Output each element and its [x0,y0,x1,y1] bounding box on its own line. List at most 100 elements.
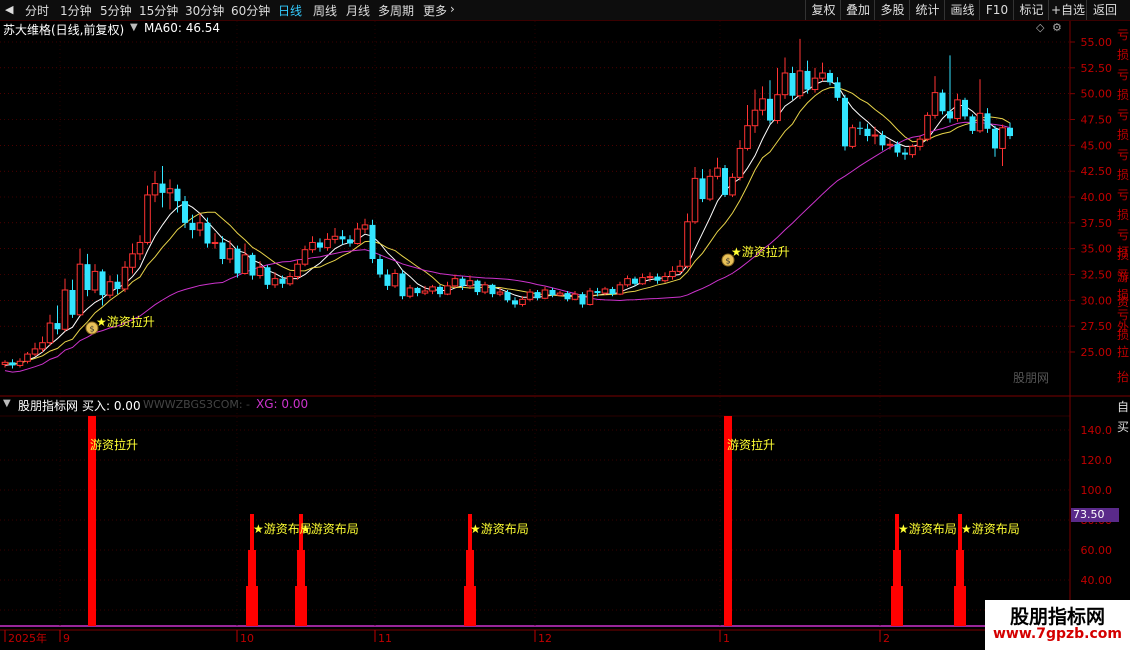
candle-body [182,201,188,223]
candle-body [976,112,984,132]
candle-body [646,276,654,279]
candle-body [534,292,541,299]
candle-body [384,274,391,286]
candle-body [624,278,631,286]
chart-watermark: 股朋网 [1013,371,1050,385]
candle-body [406,287,414,297]
candle-body [774,94,781,122]
candle-body [954,99,961,119]
sub-tick-label: 60.00 [1081,544,1113,557]
candle-body [279,278,286,284]
price-tick-label: 27.50 [1081,320,1113,333]
candle-body [751,109,759,127]
candle-body [834,82,841,98]
candle-body [894,144,901,153]
ma60-label: MA60: 46.54 [144,21,221,35]
candle-body [722,168,728,195]
candle-body [46,322,54,344]
kline-chart[interactable]: $ $ 55.00 52.50 50.00 47.50 45.00 42.50 40.00 37… [0,0,1130,650]
candle-body [249,254,256,276]
candle-body [571,293,579,300]
title-dropdown-icon[interactable]: ▼ [130,22,138,33]
xg-value: XG: 0.00 [256,397,309,411]
candle-body [639,277,646,285]
time-tick-label: 2 [883,632,890,645]
price-tick-label: 45.00 [1081,139,1113,152]
candle-body [444,285,451,295]
candle-body [354,228,361,245]
diamond-icon[interactable]: ◇ [1036,21,1044,34]
candle-body [61,289,69,330]
candle-body [504,292,511,301]
candle-body [264,267,271,285]
price-tick-label: 35.00 [1081,243,1113,256]
signal-surge-label: ★游资拉升 [96,315,155,329]
candle-body [871,134,879,137]
settings-gear-icon[interactable]: ⚙ [1052,21,1062,34]
candle-body [286,276,294,285]
candle-body [827,73,833,83]
sub-surge-label: 游资拉升 [727,438,776,452]
sub-tick-label: 140.0 [1081,424,1113,437]
candle-body [992,128,998,149]
candle-body [301,249,309,265]
candle-body [924,114,931,140]
candle-body [136,241,144,255]
buy-value: 买入: 0.00 [82,399,141,413]
logo-title: 股朋指标网 [1009,606,1105,628]
money-bag-icon: $ [725,257,730,266]
sub-layout-label: ★游资布局 [300,522,359,536]
candle-body [256,266,264,277]
side-info-text: 买 [1117,420,1130,434]
candle-body [9,362,16,366]
time-tick-label: 11 [378,632,392,645]
candle-body [916,138,924,147]
candle-body [339,236,346,240]
candle-body [129,253,136,268]
logo-url: www.7gpzb.com [992,626,1122,642]
candle-body [114,281,121,289]
candle-body [451,278,459,287]
candle-body [767,98,773,121]
candle-body [796,70,804,97]
indicator-dropdown-icon[interactable]: ▼ [3,398,11,409]
layout-signal-bar [891,586,903,626]
candle-body [947,111,953,119]
time-tick-label: 2025年 [8,631,47,645]
sub-tick-label: 120.0 [1081,454,1113,467]
price-tick-label: 40.00 [1081,191,1113,204]
sub-layout-label: ★游资布局 [961,522,1020,536]
candle-body [736,147,744,178]
candle-body [857,127,863,129]
layout-signal-bar [246,586,258,626]
candle-body [616,284,624,295]
candle-body [211,241,219,244]
candle-body [759,98,766,111]
candle-body [909,145,916,156]
candle-body [744,125,751,149]
price-tick-label: 52.50 [1081,62,1113,75]
candle-body [984,113,991,129]
candle-body [661,276,669,282]
side-info-text: 打游资外拉抬 [1117,245,1130,384]
sub-tick-label: 40.00 [1081,574,1113,587]
time-tick-label: 1 [723,632,730,645]
candle-body [166,188,174,194]
candle-body [31,348,39,355]
price-tick-label: 55.00 [1081,36,1113,49]
candle-body [234,248,241,274]
candle-body [706,175,714,200]
candle-body [931,92,939,116]
sub-tick-label: 100.0 [1081,484,1113,497]
candle-body [594,291,601,294]
candle-body [849,127,856,147]
candle-body [369,224,376,259]
candle-body [526,291,534,300]
candle-body [429,286,436,292]
candle-body [729,176,736,196]
price-tick-label: 30.00 [1081,294,1113,307]
candle-body [541,289,549,299]
candle-body [714,167,721,177]
candle-body [512,300,518,305]
candle-body [781,72,789,96]
